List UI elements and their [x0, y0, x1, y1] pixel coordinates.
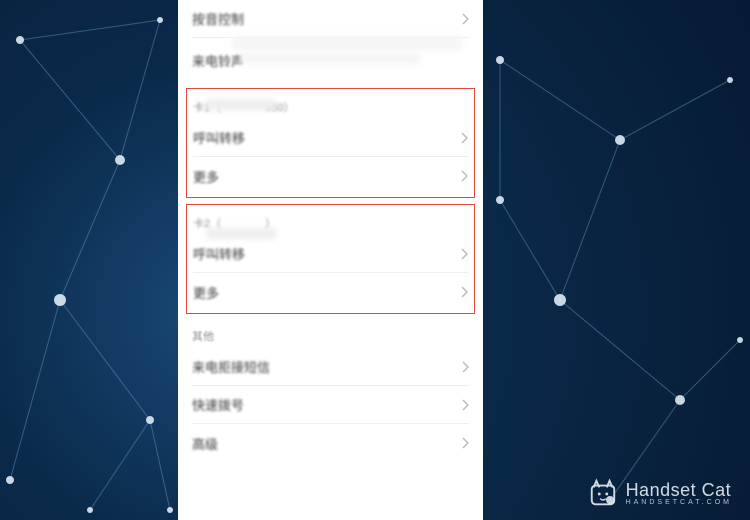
label-voice-control: 按音控制	[192, 9, 244, 28]
cat-icon	[588, 478, 618, 508]
chevron-right-icon	[460, 248, 468, 260]
label-sim1-more: 更多	[193, 167, 219, 186]
label-call-reject-sms: 来电拒接短信	[192, 357, 270, 376]
other-section: 其他 来电拒接短信 快速拨号 高级	[178, 314, 483, 462]
label-speed-dial: 快速拨号	[192, 395, 244, 414]
row-sim1-call-forward[interactable]: 呼叫转移	[193, 119, 468, 157]
label-sim1-call-forward: 呼叫转移	[193, 128, 245, 147]
row-sim1-more[interactable]: 更多	[193, 157, 468, 195]
watermark-title: Handset Cat	[626, 481, 732, 499]
sim2-section: 卡2（ ） 呼叫转移 更多	[186, 204, 475, 314]
watermark-subtitle: HANDSETCAT.COM	[626, 499, 732, 506]
chevron-right-icon	[460, 170, 468, 182]
chevron-right-icon	[461, 13, 469, 25]
watermark: Handset Cat HANDSETCAT.COM	[588, 478, 732, 508]
label-incoming-ringtone: 来电铃声	[192, 51, 244, 70]
settings-panel: 按音控制 来电铃声 卡1（ 950） 呼叫转移 更多 卡2（ ） 呼叫转移 更多	[178, 0, 483, 520]
blur-mask	[206, 99, 276, 110]
chevron-right-icon	[461, 399, 469, 411]
blur-mask	[240, 52, 420, 64]
chevron-right-icon	[461, 361, 469, 373]
row-call-reject-sms[interactable]: 来电拒接短信	[192, 348, 469, 386]
row-sim2-more[interactable]: 更多	[193, 273, 468, 311]
blur-mask	[206, 228, 276, 239]
label-advanced: 高级	[192, 434, 218, 453]
other-header: 其他	[192, 318, 469, 348]
chevron-right-icon	[461, 437, 469, 449]
row-speed-dial[interactable]: 快速拨号	[192, 386, 469, 424]
chevron-right-icon	[460, 132, 468, 144]
row-voice-control[interactable]: 按音控制	[192, 0, 469, 38]
chevron-right-icon	[460, 286, 468, 298]
label-sim2-more: 更多	[193, 283, 219, 302]
row-advanced[interactable]: 高级	[192, 424, 469, 462]
label-sim2-call-forward: 呼叫转移	[193, 244, 245, 263]
blur-mask	[232, 36, 462, 50]
row-sim2-call-forward[interactable]: 呼叫转移	[193, 235, 468, 273]
